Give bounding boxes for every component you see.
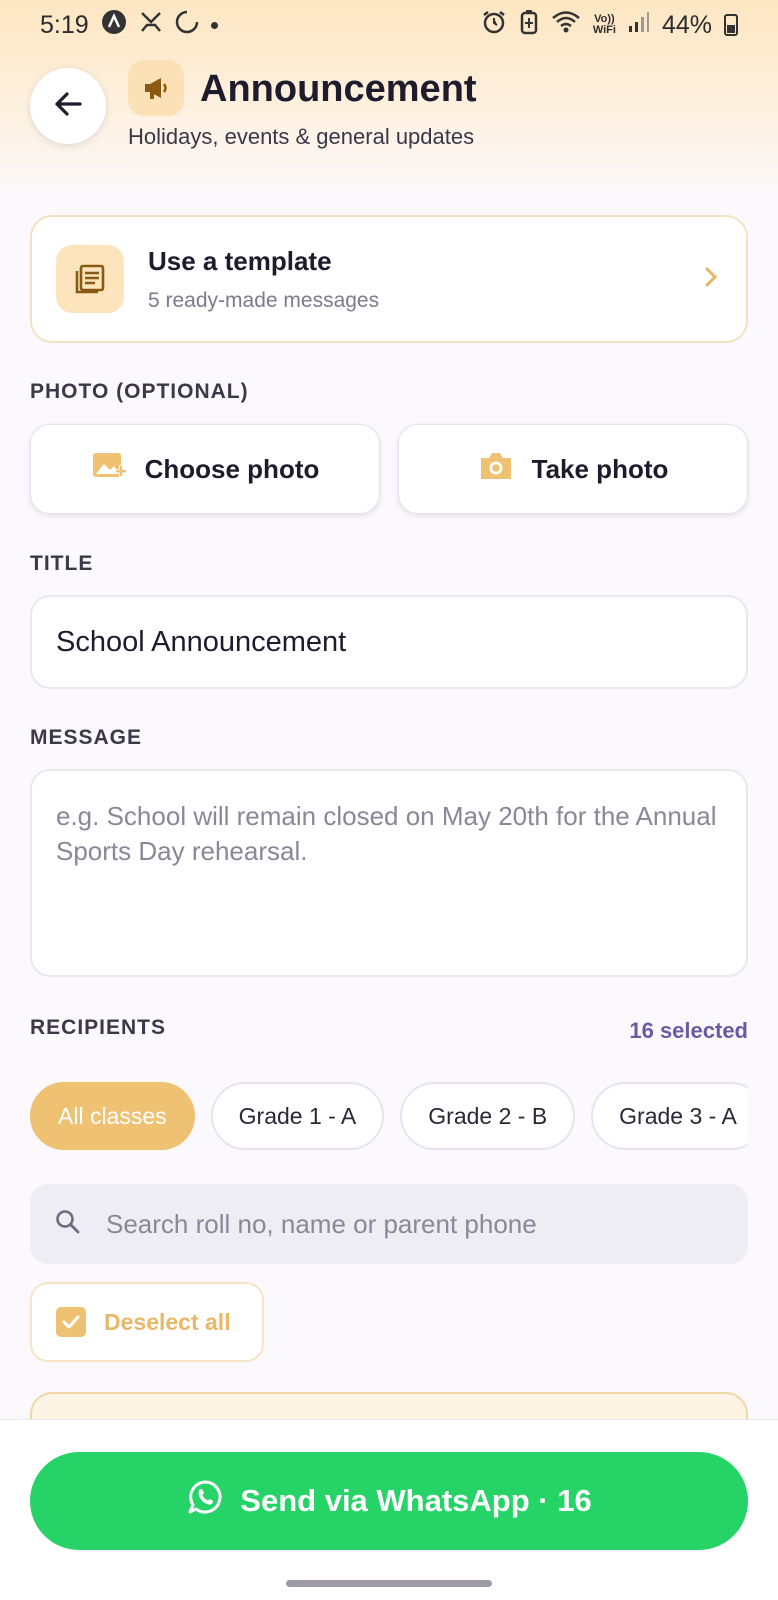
recipients-section-label: RECIPIENTS <box>30 1016 167 1039</box>
wifi-icon <box>551 10 581 41</box>
battery-saver-icon <box>519 9 539 42</box>
photo-section-label: PHOTO (OPTIONAL) <box>30 380 249 403</box>
battery-icon <box>724 14 738 36</box>
template-title: Use a template <box>148 245 332 276</box>
alarm-icon <box>481 9 507 42</box>
send-whatsapp-button[interactable]: Send via WhatsApp · 16 <box>30 1452 748 1550</box>
recipients-selected-count: 16 selected <box>629 1018 748 1043</box>
take-photo-label: Take photo <box>531 453 669 484</box>
missed-call-icon <box>139 10 163 40</box>
arrow-left-icon <box>52 88 84 125</box>
add-image-icon <box>91 449 127 490</box>
choose-photo-button[interactable]: Choose photo <box>30 424 380 514</box>
more-notifications-dot <box>210 21 218 29</box>
whatsapp-icon <box>186 1478 224 1524</box>
home-indicator <box>286 1580 492 1587</box>
battery-level: 44% <box>661 10 712 39</box>
status-bar: 5:19 Vo)) WiFi 44% <box>0 0 778 50</box>
search-icon <box>54 1208 82 1241</box>
sync-icon <box>175 10 199 40</box>
chip-grade-3-a[interactable]: Grade 3 - A <box>591 1082 748 1150</box>
app-notification-icon <box>101 9 127 41</box>
recipient-search-input[interactable] <box>106 1208 706 1240</box>
megaphone-icon <box>128 60 184 116</box>
message-input[interactable] <box>30 769 748 977</box>
signal-icon <box>628 11 650 40</box>
chip-all-classes[interactable]: All classes <box>30 1082 195 1150</box>
title-section-label: TITLE <box>30 552 94 575</box>
camera-icon <box>478 450 514 489</box>
template-subtitle: 5 ready-made messages <box>148 288 380 312</box>
class-filter-chips: All classes Grade 1 - A Grade 2 - B Grad… <box>30 1082 748 1152</box>
use-template-card[interactable]: Use a template 5 ready-made messages <box>30 215 748 343</box>
choose-photo-label: Choose photo <box>144 453 320 484</box>
recipient-search-box <box>30 1184 748 1264</box>
page-subtitle: Holidays, events & general updates <box>128 124 475 149</box>
back-button[interactable] <box>30 68 106 144</box>
checkbox-checked-icon <box>56 1307 86 1337</box>
status-time: 5:19 <box>40 10 89 39</box>
send-whatsapp-label: Send via WhatsApp · 16 <box>240 1483 592 1518</box>
chevron-right-icon <box>700 266 722 293</box>
take-photo-button[interactable]: Take photo <box>398 424 748 514</box>
template-document-icon <box>56 245 124 313</box>
volte-indicator: Vo)) WiFi <box>592 13 616 36</box>
deselect-all-button[interactable]: Deselect all <box>30 1282 264 1362</box>
message-section-label: MESSAGE <box>30 726 143 749</box>
page-title: Announcement <box>200 68 477 110</box>
chip-grade-2-b[interactable]: Grade 2 - B <box>400 1082 576 1150</box>
title-input[interactable] <box>30 595 748 689</box>
deselect-all-label: Deselect all <box>104 1308 231 1335</box>
chip-grade-1-a[interactable]: Grade 1 - A <box>210 1082 385 1150</box>
